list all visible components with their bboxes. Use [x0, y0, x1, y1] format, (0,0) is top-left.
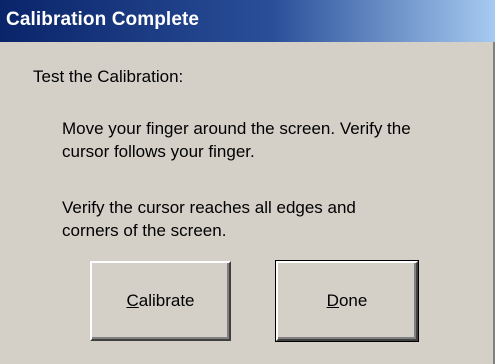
done-button[interactable]: Done [275, 260, 419, 342]
calibration-dialog: Calibration Complete Test the Calibratio… [0, 0, 495, 364]
calibrate-button[interactable]: Calibrate [90, 261, 231, 341]
done-mnemonic: D [326, 291, 339, 310]
instruction-text-2-line-2: corners of the screen. [62, 221, 227, 240]
done-label-rest: one [338, 291, 368, 310]
instruction-text-1-line-2: cursor follows your finger. [62, 142, 255, 161]
section-heading: Test the Calibration: [33, 67, 184, 86]
instruction-text-1-line-1: Move your finger around the screen. Veri… [62, 119, 411, 138]
window-title: Calibration Complete [6, 9, 200, 30]
instruction-text-2-line-1: Verify the cursor reaches all edges and [62, 198, 356, 217]
title-bar[interactable]: Calibration Complete [0, 0, 495, 42]
calibrate-label-rest: alibrate [138, 291, 195, 310]
calibrate-mnemonic: C [126, 291, 139, 310]
